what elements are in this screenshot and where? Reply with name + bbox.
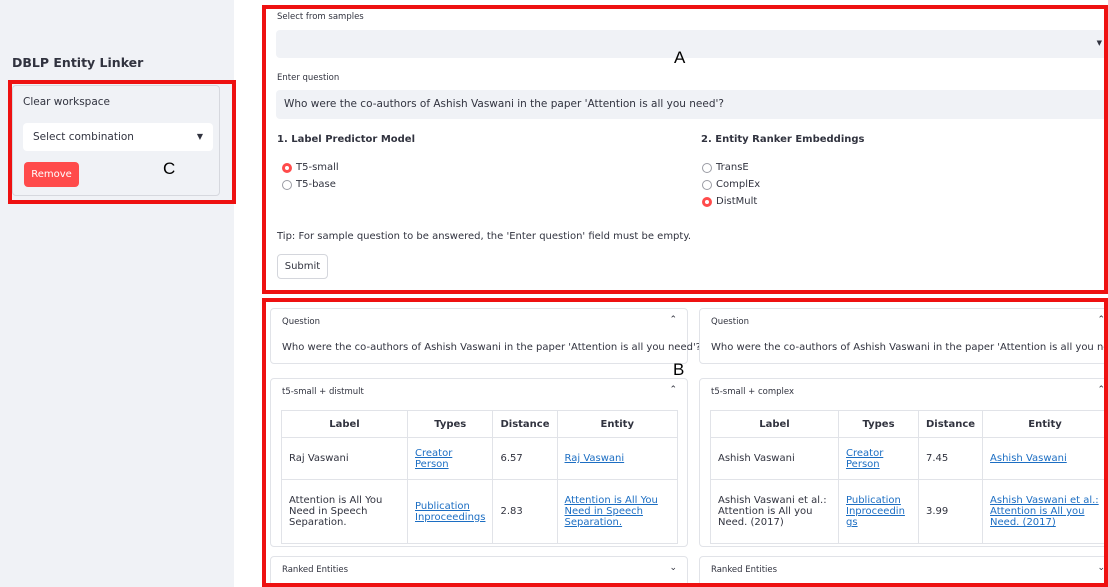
annotation-label-b: B bbox=[673, 360, 685, 379]
annotation-box-b bbox=[262, 298, 1108, 587]
app-title: DBLP Entity Linker bbox=[12, 55, 144, 70]
annotation-label-c: C bbox=[163, 159, 176, 178]
annotation-label-a: A bbox=[674, 48, 686, 67]
annotation-box-c bbox=[8, 80, 236, 204]
